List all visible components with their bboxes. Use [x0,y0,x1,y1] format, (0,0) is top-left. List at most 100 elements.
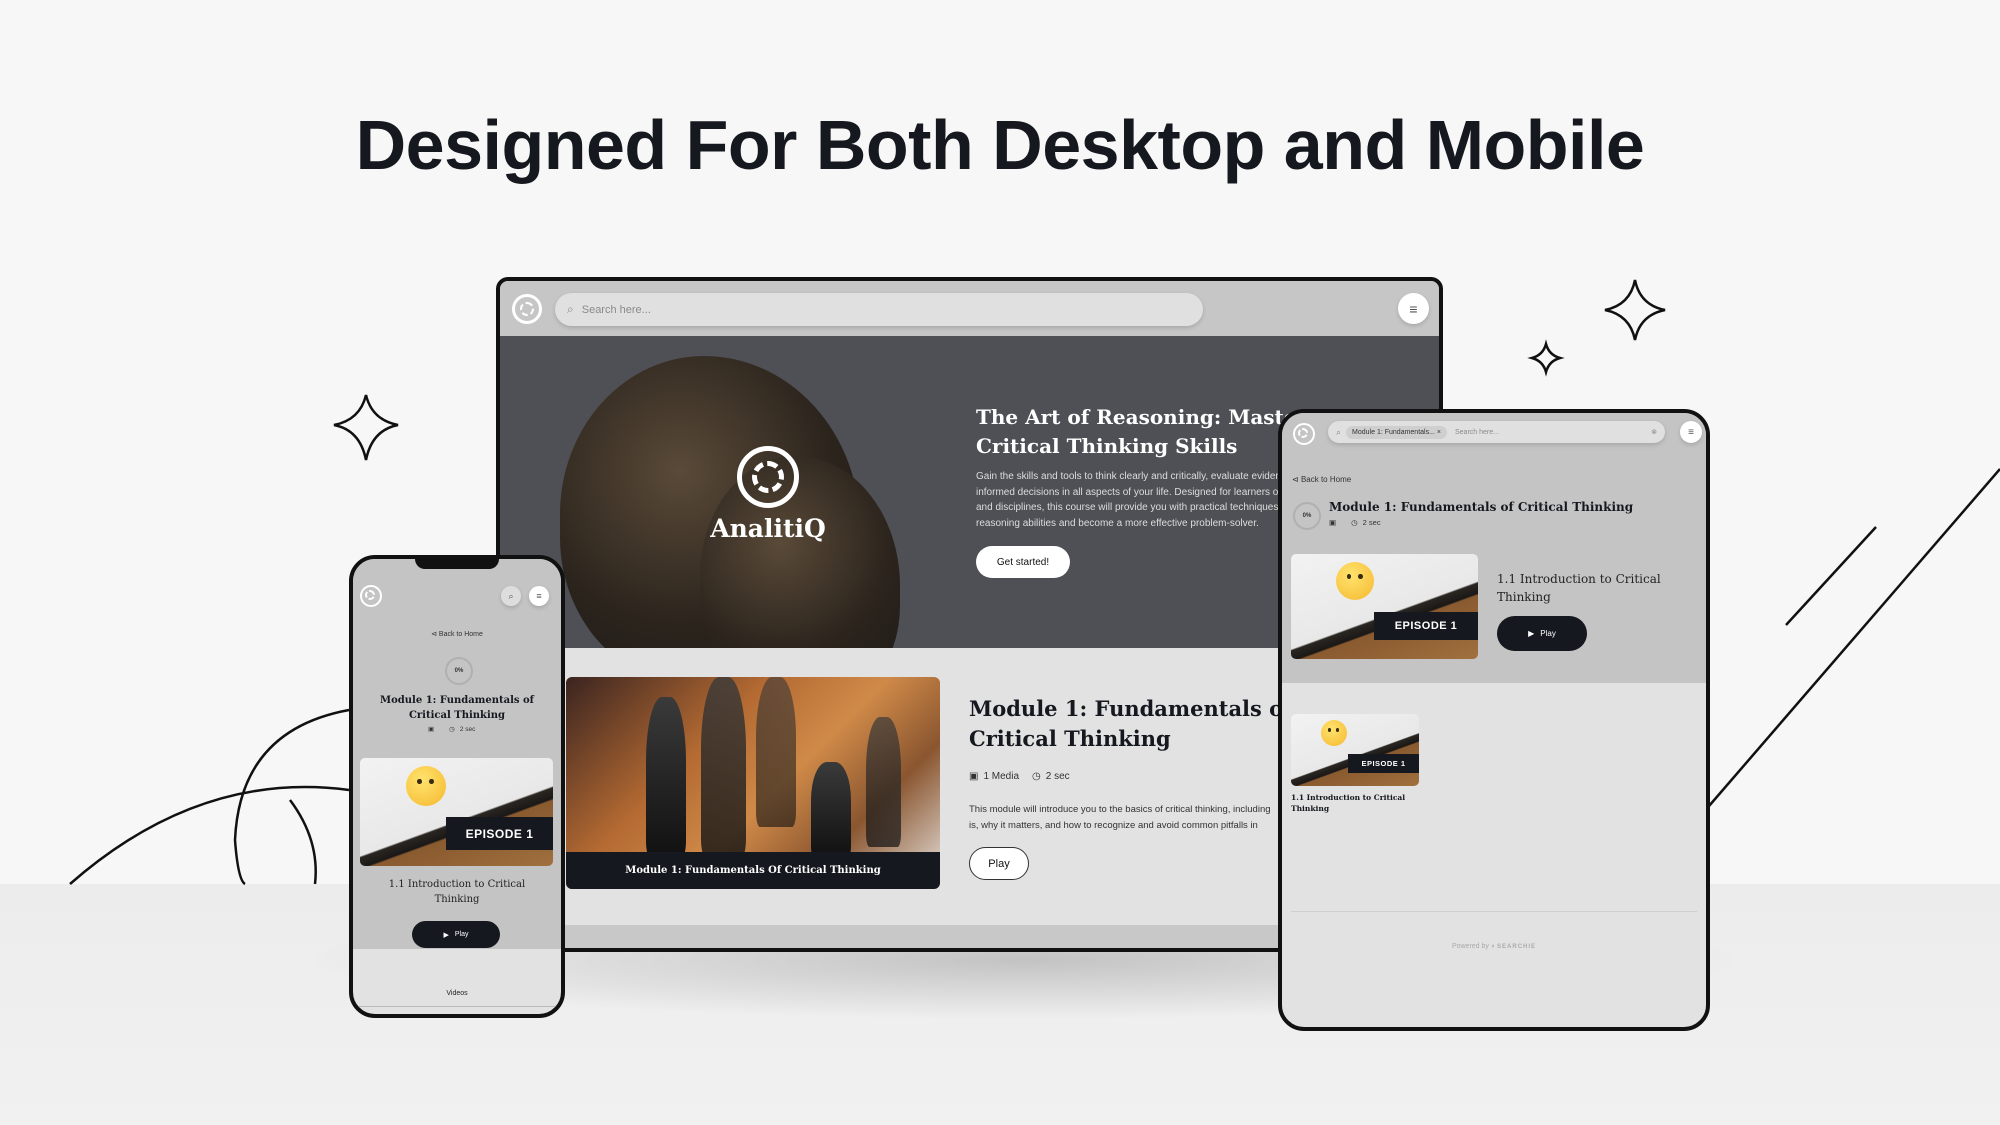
searchie-logo-icon: ◗ [1490,943,1496,950]
page-headline: Designed For Both Desktop and Mobile [355,106,1645,184]
search-icon: ⌕ [567,302,574,316]
brand-logo-icon [737,446,799,508]
grid-episode-title: 1.1 Introduction to Critical Thinking [1291,792,1405,814]
menu-button[interactable]: ≡ [1680,421,1702,443]
phone-notch [415,559,499,569]
module-title-line: Module 1: Fundamentals of [969,696,1293,721]
videos-tab[interactable]: Videos [353,990,561,997]
play-button[interactable]: Play [969,847,1029,880]
menu-button[interactable]: ≡ [1398,293,1429,324]
chess-piece [756,677,796,827]
decor-line [1708,468,2000,807]
play-label: Play [454,931,469,938]
hamburger-icon: ≡ [1688,426,1694,438]
brand-logo-icon[interactable] [512,294,542,324]
back-to-home-link[interactable]: ⊲ Back to Home [1292,475,1351,484]
module-title: Module 1: Fundamentals of Critical Think… [1329,500,1634,514]
thinking-emoji-icon [406,766,446,806]
module-title-line: Critical Thinking [408,710,506,721]
get-started-button[interactable]: Get started! [976,546,1070,578]
decor-curve [288,799,317,885]
play-button[interactable]: ▶ Play [412,921,500,948]
episode-title: 1.1 Introduction to Critical Thinking [353,877,561,907]
brand-logo-icon[interactable] [360,585,382,607]
episode-grid-thumbnail[interactable]: EPISODE 1 [1291,714,1419,786]
tablet-mockup: ⌕ Module 1: Fundamentals... × Search her… [1278,409,1710,1031]
back-to-home-link[interactable]: ⊲ Back to Home [353,630,561,638]
episode-thumbnail[interactable]: EPISODE 1 [360,758,553,866]
thinking-emoji-icon [1336,562,1374,600]
menu-button[interactable]: ≡ [529,586,549,606]
module-title-line: Module 1: Fundamentals of [380,695,534,706]
decor-line [1785,526,1877,626]
module-duration: 2 sec [1045,771,1070,782]
hero-brand-name: AnalitiQ [710,514,826,543]
episode-thumbnail[interactable]: EPISODE 1 [1291,554,1478,659]
hero-description-line: informed decisions in all aspects of you… [976,486,1294,498]
decor-curve [69,785,350,885]
hamburger-icon: ≡ [1409,300,1418,317]
episode-title-line: 1.1 Introduction to Critical [388,879,526,890]
brand-logo-icon[interactable] [1293,423,1315,445]
search-bar[interactable]: ⌕ Search here... [555,293,1203,326]
chip-label: Module 1: Fundamentals... [1352,428,1435,436]
back-label: Back to Home [1300,475,1352,484]
hero-description-line: and disciplines, this course will provid… [976,502,1290,513]
module-title-line: Critical Thinking [969,726,1171,751]
play-button[interactable]: ▶ Play [1497,616,1587,651]
clock-icon: ◷ [1351,518,1358,527]
chess-piece [811,762,851,857]
search-button[interactable]: ⌕ [501,586,521,606]
search-icon: ⌕ [1336,426,1342,437]
search-icon: ⌕ [508,590,514,601]
search-filter-chip[interactable]: Module 1: Fundamentals... × [1346,425,1447,439]
chess-piece [701,677,746,857]
play-icon: ▶ [1528,629,1535,638]
chess-piece [646,697,686,857]
back-arrow-icon: ⊲ [431,631,437,638]
search-placeholder: Search here... [581,303,651,316]
episode-badge: EPISODE 1 [1348,754,1419,773]
module-meta: ▣ 1 Media ◷ 2 sec [969,771,1070,782]
media-icon: ▣ [1329,518,1337,527]
episode-title-line: 1.1 Introduction to Critical [1497,572,1661,586]
clock-icon: ◷ [449,726,455,733]
hero-description: Gain the skills and tools to think clear… [976,469,1294,531]
search-bar[interactable]: ⌕ Module 1: Fundamentals... × Search her… [1328,421,1665,443]
progress-circle: 0% [1293,502,1321,530]
close-icon[interactable]: × [1437,429,1441,436]
sparkle-icon [1604,279,1666,341]
hero-description-line: Gain the skills and tools to think clear… [976,471,1292,482]
sparkle-icon [1527,339,1565,377]
footer-divider [1291,911,1697,912]
clear-icon[interactable]: ⊗ [1651,428,1657,436]
media-count: 1 Media [983,771,1020,782]
module-description: This module will introduce you to the ba… [969,802,1271,834]
module-image[interactable]: Module 1: Fundamentals Of Critical Think… [566,677,940,889]
module-image-caption: Module 1: Fundamentals Of Critical Think… [566,852,940,889]
module-meta: ▣ ◷ 2 sec [428,725,476,734]
module-duration: 2 sec [1362,518,1381,527]
module-meta: ▣ ◷ 2 sec [1329,518,1381,527]
sparkle-icon [333,394,399,461]
decor-curve [233,708,350,886]
tab-underline [353,1006,561,1007]
hamburger-icon: ≡ [536,591,542,601]
module-description-line: This module will introduce you to the ba… [969,804,1271,815]
hero-description-line: reasoning abilities and become a more ef… [976,517,1259,529]
powered-brand: SEARCHIE [1497,944,1537,950]
grid-episode-title-line: Thinking [1291,804,1330,813]
module-title: Module 1: Fundamentals of Critical Think… [353,693,561,723]
module-duration: 2 sec [459,725,476,733]
episode-badge: EPISODE 1 [446,817,553,850]
module-title: Module 1: Fundamentals of Critical Think… [969,694,1292,754]
desktop-header: ⌕ Search here... ≡ [500,281,1439,336]
chess-piece [866,717,901,847]
thinking-emoji-icon [1321,720,1347,746]
episode-title: 1.1 Introduction to Critical Thinking [1497,570,1661,606]
powered-by[interactable]: Powered by ◗ SEARCHIE [1282,943,1706,950]
media-icon: ▣ [428,726,435,733]
media-icon: ▣ [969,771,979,782]
episode-title-line: Thinking [434,894,480,905]
back-arrow-icon: ⊲ [1292,475,1299,484]
